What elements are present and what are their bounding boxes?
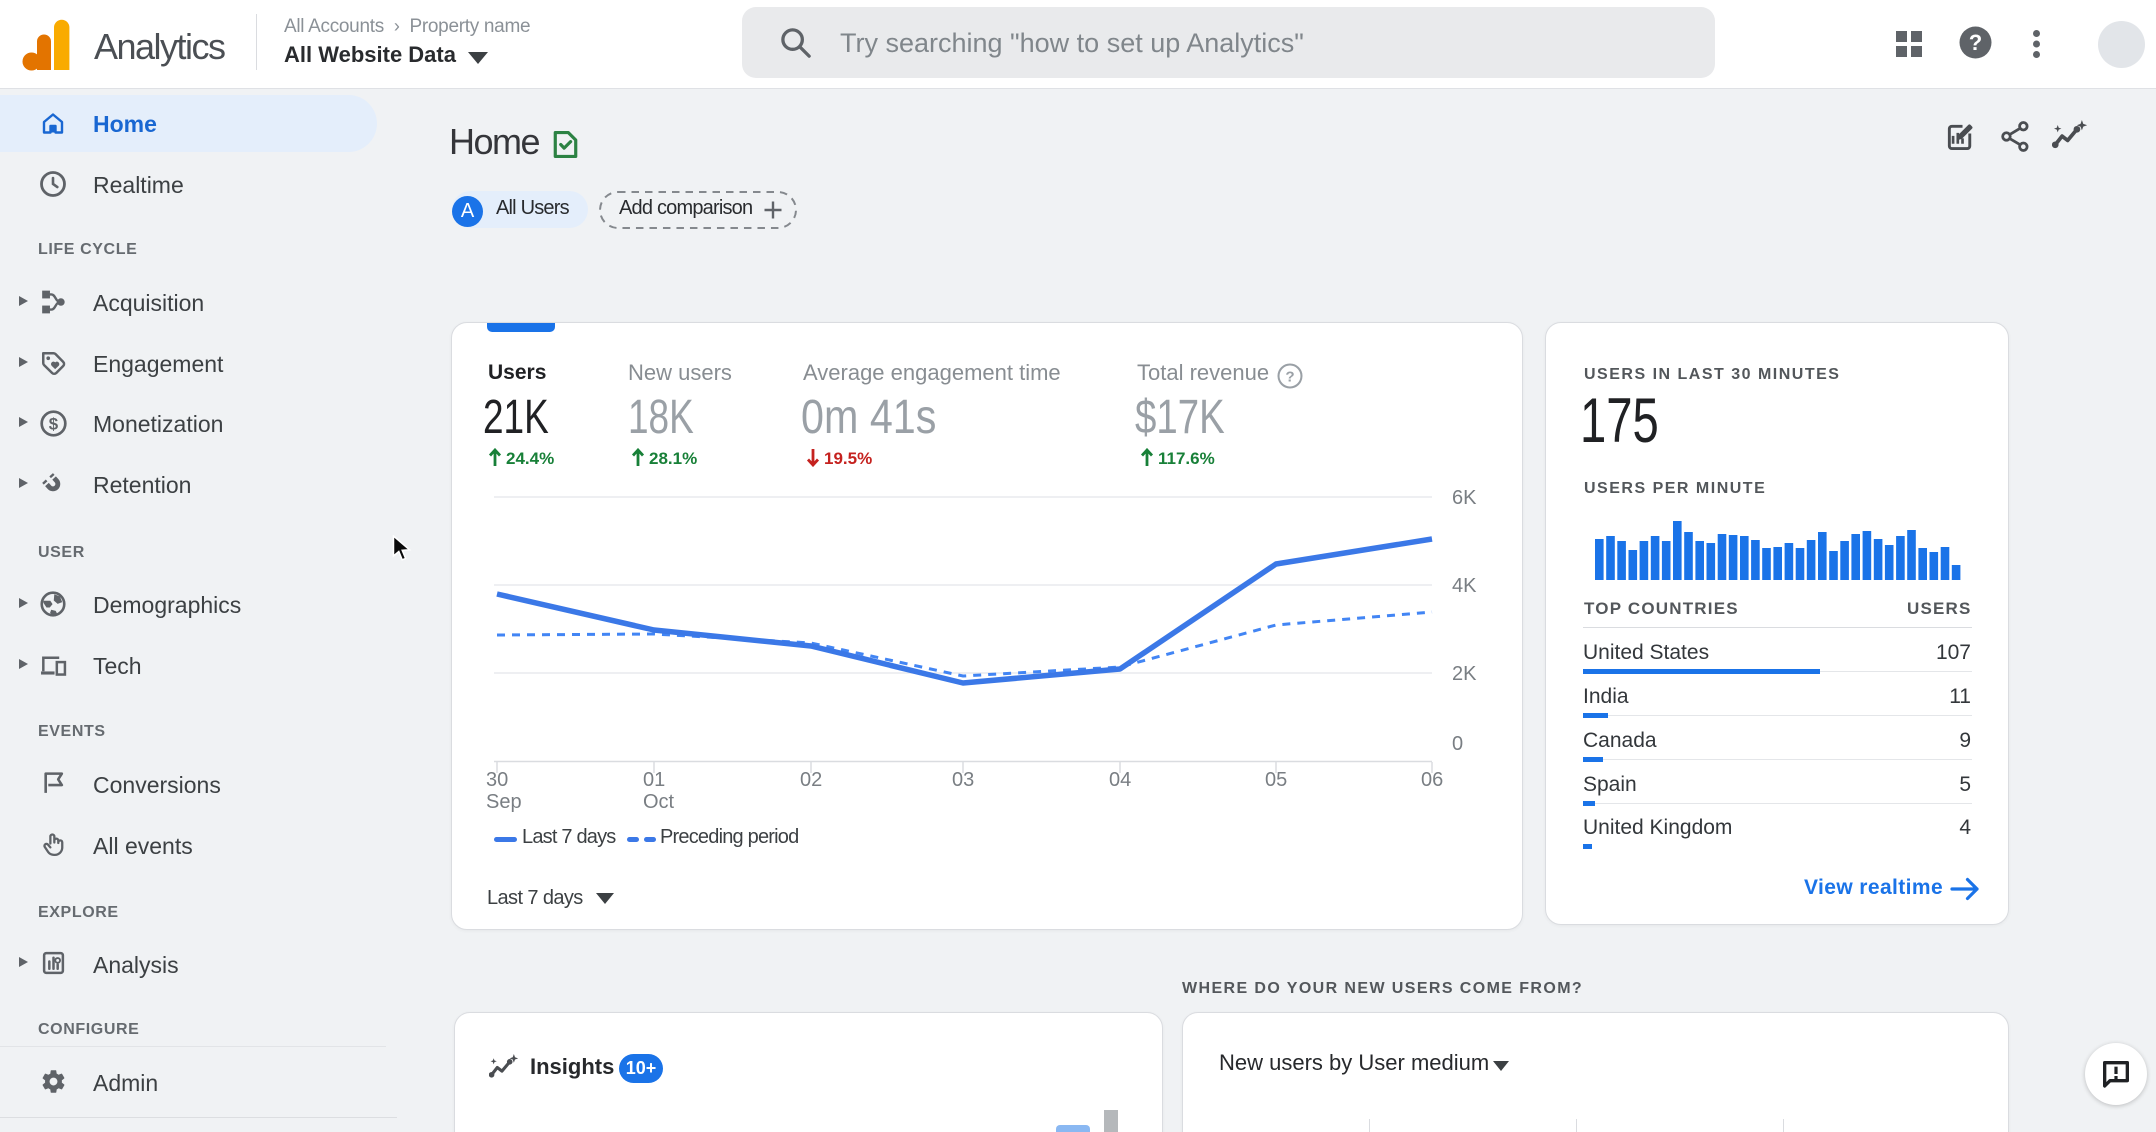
svg-text:?: ? — [1285, 369, 1294, 386]
svg-text:?: ? — [1969, 30, 1982, 55]
svg-text:$: $ — [49, 415, 59, 434]
